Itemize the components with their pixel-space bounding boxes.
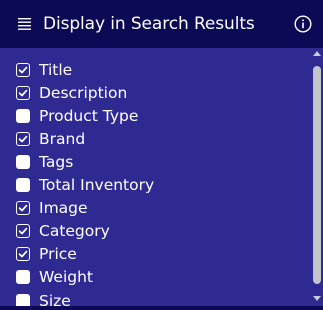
bottom-bar: [0, 306, 323, 310]
checkbox-label: Price: [39, 245, 77, 264]
checkbox-label: Description: [39, 83, 128, 102]
panel-title: Display in Search Results: [43, 14, 255, 34]
checkbox-label: Total Inventory: [39, 176, 155, 194]
checkbox-label: Brand: [39, 129, 86, 148]
checkbox-item[interactable]: Price: [16, 243, 306, 266]
info-circle-icon[interactable]: [294, 15, 312, 33]
checkbox-item[interactable]: Description: [16, 81, 306, 104]
checkbox-checked-icon[interactable]: [16, 131, 30, 146]
checkbox-label: Category: [39, 222, 110, 241]
checkbox-item[interactable]: Tags: [16, 150, 306, 173]
scrollbar-thumb[interactable]: [313, 66, 321, 284]
checkbox-checked-icon[interactable]: [16, 224, 30, 239]
checkbox-label: Image: [39, 199, 88, 218]
checkbox-label: Size: [39, 291, 71, 307]
checkbox-item[interactable]: Category: [16, 220, 306, 243]
checkbox-checked-icon[interactable]: [16, 247, 30, 262]
checkbox-unchecked-icon[interactable]: [16, 108, 30, 123]
checkbox-item[interactable]: Size: [16, 289, 306, 306]
checkbox-unchecked-icon[interactable]: [16, 270, 30, 285]
checkbox-item[interactable]: Weight: [16, 266, 306, 289]
panel-header: Display in Search Results: [0, 0, 323, 48]
checkbox-label: Product Type: [39, 106, 139, 125]
checkbox-checked-icon[interactable]: [16, 85, 30, 100]
checkbox-item[interactable]: Brand: [16, 127, 306, 150]
checkbox-checked-icon[interactable]: [16, 201, 30, 216]
scroll-up-arrow-icon[interactable]: [313, 51, 321, 56]
checkbox-item[interactable]: Total Inventory: [16, 174, 306, 197]
checkbox-label: Title: [39, 60, 73, 79]
checkbox-unchecked-icon[interactable]: [16, 293, 30, 306]
checkbox-item[interactable]: Image: [16, 197, 306, 220]
checkbox-unchecked-icon[interactable]: [16, 154, 30, 169]
checkbox-unchecked-icon[interactable]: [16, 178, 30, 192]
scroll-down-arrow-icon[interactable]: [313, 296, 321, 301]
menu-lines-icon[interactable]: [18, 17, 32, 31]
checkbox-checked-icon[interactable]: [16, 62, 30, 77]
checkbox-item[interactable]: Product Type: [16, 104, 306, 127]
field-checkbox-list: Title Description Product Type Brand Tags Tot…: [0, 48, 311, 306]
checkbox-label: Tags: [39, 152, 74, 171]
scrollbar[interactable]: [311, 48, 323, 306]
checkbox-item[interactable]: Title: [16, 58, 306, 81]
checkbox-label: Weight: [39, 268, 94, 287]
